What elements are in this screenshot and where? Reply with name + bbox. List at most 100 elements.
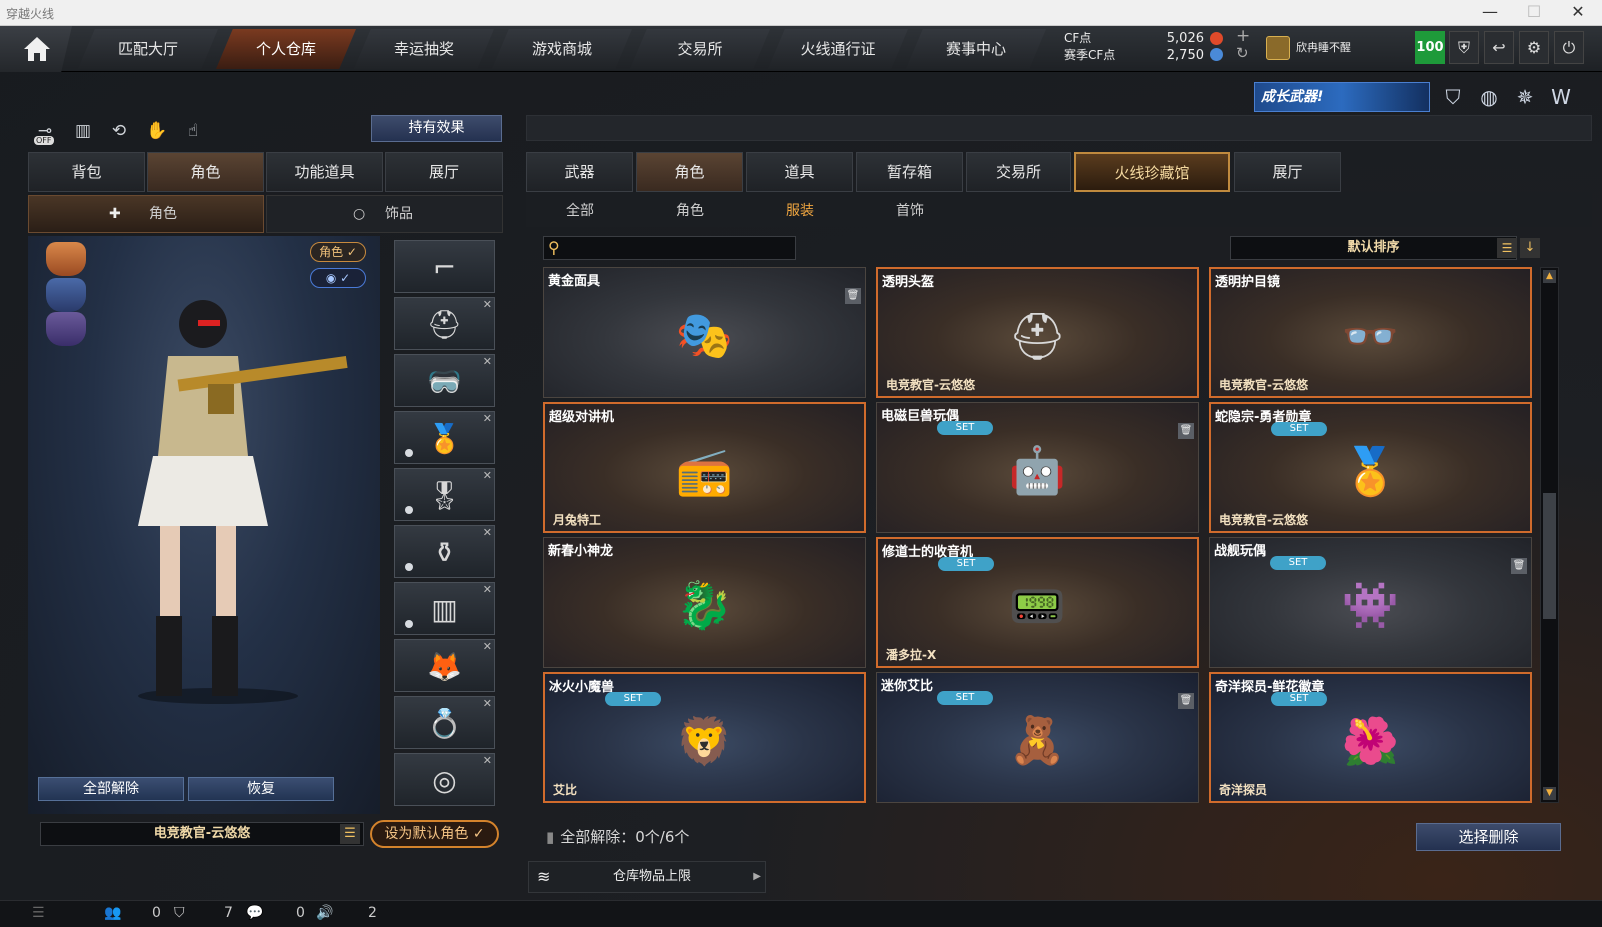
item-card[interactable]: 修道士的收音机 📟 SET 潘多拉-X	[876, 537, 1199, 668]
nav-tab-match-hall[interactable]: 匹配大厅	[78, 29, 218, 69]
faction-bird-icon[interactable]	[46, 312, 86, 346]
remove-icon[interactable]: ✕	[483, 754, 492, 767]
subtab-clothing[interactable]: 服装	[765, 200, 835, 220]
subtab-character[interactable]: ✚ 角色	[28, 195, 264, 233]
minimize-button[interactable]: —	[1468, 0, 1512, 26]
equip-slot[interactable]: 💍 ✕	[394, 696, 495, 749]
remove-icon[interactable]: ✕	[483, 469, 492, 482]
equip-slot[interactable]: 🦊 ✕	[394, 639, 495, 692]
tab-character[interactable]: 角色	[147, 152, 264, 192]
item-card[interactable]: 冰火小魔兽 🦁 SET 艾比	[543, 672, 866, 803]
remove-icon[interactable]: ✕	[483, 526, 492, 539]
maximize-button[interactable]: ☐	[1512, 0, 1556, 26]
visibility-toggle-pill[interactable]: ◉ ✓	[310, 268, 366, 288]
item-card[interactable]: 奇洋探员-鲜花徽章 🌺 SET 奇洋探员	[1209, 672, 1532, 803]
remove-icon[interactable]: ✕	[483, 697, 492, 710]
character-name-field[interactable]: 电竞教官-云悠悠	[40, 822, 364, 846]
trash-icon[interactable]: 🗑	[845, 288, 861, 304]
pose-icon[interactable]: ✋	[144, 118, 170, 144]
growth-weapon-banner[interactable]: 成长武器!	[1254, 82, 1430, 112]
weapon-slot[interactable]: ⌐	[394, 240, 495, 293]
sort-order-icon[interactable]: ↓	[1520, 238, 1540, 258]
wing-icon[interactable]: W	[1548, 84, 1574, 110]
shield-button[interactable]: ⛨	[1449, 31, 1479, 64]
remove-icon[interactable]: ✕	[483, 298, 492, 311]
nav-tab-exchange[interactable]: 交易所	[630, 29, 770, 69]
remove-icon[interactable]: ✕	[483, 640, 492, 653]
equip-slot[interactable]: ⛑ ✕	[394, 297, 495, 350]
sort-dropdown[interactable]: 默认排序	[1230, 236, 1517, 260]
tab-character[interactable]: 角色	[636, 152, 743, 192]
toggle-off-button[interactable]: ⊸ OFF	[32, 118, 58, 145]
tab-temp-storage[interactable]: 暂存箱	[856, 152, 963, 192]
subtab-all[interactable]: 全部	[545, 200, 615, 220]
faction-fox-icon[interactable]	[46, 242, 86, 276]
item-card[interactable]: 超级对讲机 📻 月兔特工	[543, 402, 866, 533]
home-button[interactable]	[0, 26, 72, 72]
return-button[interactable]: ↩	[1484, 31, 1514, 64]
scroll-down-icon[interactable]: ▼	[1543, 787, 1556, 800]
equip-slot[interactable]: ▥ ✕	[394, 582, 495, 635]
faction-wing-icon[interactable]	[46, 278, 86, 312]
tab-items[interactable]: 道具	[746, 152, 853, 192]
tab-showroom[interactable]: 展厅	[385, 152, 503, 192]
remove-icon[interactable]: ✕	[483, 412, 492, 425]
equip-slot[interactable]: ◎ ✕	[394, 753, 495, 806]
chat-icon[interactable]: 💬	[246, 905, 263, 921]
storage-capacity-button[interactable]: ≋ 仓库物品上限 ▶	[528, 861, 766, 893]
clan-icon[interactable]: ⛉	[174, 905, 185, 921]
tab-backpack[interactable]: 背包	[28, 152, 145, 192]
role-toggle-pill[interactable]: 角色 ✓	[310, 242, 366, 262]
reset-all-button[interactable]: 全部解除	[38, 777, 184, 801]
menu-icon[interactable]: ☰	[32, 905, 45, 921]
refresh-icon[interactable]: ↻	[1236, 44, 1249, 62]
close-button[interactable]: ✕	[1556, 0, 1600, 26]
select-delete-button[interactable]: 选择删除	[1416, 823, 1561, 851]
item-card[interactable]: 战舰玩偶 👾 SET 🗑	[1209, 537, 1532, 668]
tab-collection-hall[interactable]: 火线珍藏馆	[1074, 152, 1230, 192]
remove-icon[interactable]: ✕	[483, 583, 492, 596]
item-card[interactable]: 透明头盔 ⛑ 电竞教官-云悠悠	[876, 267, 1199, 398]
nav-tab-events[interactable]: 赛事中心	[906, 29, 1046, 69]
item-card[interactable]: 新春小神龙 🐉	[543, 537, 866, 668]
scrollbar[interactable]: ▲ ▼	[1540, 267, 1559, 803]
tab-function-items[interactable]: 功能道具	[266, 152, 383, 192]
subtab-jewelry[interactable]: 首饰	[875, 200, 945, 220]
nav-tab-battle-pass[interactable]: 火线通行证	[768, 29, 908, 69]
tab-weapons[interactable]: 武器	[526, 152, 633, 192]
rotate-icon[interactable]: ⟲	[106, 118, 132, 144]
equip-slot[interactable]: 🏅 ✕	[394, 411, 495, 464]
gesture-icon[interactable]: ☝	[180, 118, 206, 144]
globe-icon[interactable]: ◍	[1476, 84, 1502, 110]
tab-exchange[interactable]: 交易所	[966, 152, 1071, 192]
scroll-up-icon[interactable]: ▲	[1543, 270, 1556, 283]
nav-tab-personal-storage[interactable]: 个人仓库	[216, 29, 356, 69]
subtab-character[interactable]: 角色	[655, 200, 725, 220]
set-default-character-button[interactable]: 设为默认角色 ✓	[370, 820, 499, 848]
trash-icon[interactable]: 🗑	[1178, 423, 1194, 439]
hold-effect-button[interactable]: 持有效果	[371, 115, 502, 142]
item-card[interactable]: 迷你艾比 🧸 SET 🗑	[876, 672, 1199, 803]
equip-slot[interactable]: ⚱ ✕	[394, 525, 495, 578]
equip-slot[interactable]: 🥽 ✕	[394, 354, 495, 407]
trash-icon[interactable]: 🗑	[1511, 558, 1527, 574]
restore-button[interactable]: 恢复	[188, 777, 334, 801]
subtab-accessory[interactable]: ○ 饰品	[266, 195, 503, 233]
list-icon[interactable]: ☰	[340, 824, 360, 844]
add-cf-button[interactable]: +	[1236, 26, 1250, 46]
equip-slot[interactable]: 🎖 ✕	[394, 468, 495, 521]
power-button[interactable]: ⏻	[1554, 31, 1584, 64]
friends-icon[interactable]: 👥	[104, 905, 121, 921]
nav-tab-shop[interactable]: 游戏商城	[492, 29, 632, 69]
volume-icon[interactable]: 🔊	[316, 905, 333, 921]
character-preview[interactable]: 角色 ✓ ◉ ✓ 全部解除 恢复	[28, 236, 380, 814]
nav-tab-lucky-draw[interactable]: 幸运抽奖	[354, 29, 494, 69]
settings-button[interactable]: ⚙	[1519, 31, 1549, 64]
star-badge-icon[interactable]: ✵	[1512, 84, 1538, 110]
trash-icon[interactable]: 🗑	[1178, 693, 1194, 709]
sort-list-icon[interactable]: ☰	[1497, 238, 1517, 258]
stats-icon[interactable]: ▥	[70, 118, 96, 144]
item-card[interactable]: 黄金面具 🎭 🗑	[543, 267, 866, 398]
user-info[interactable]: 欣冉睡不醒	[1262, 34, 1351, 62]
remove-icon[interactable]: ✕	[483, 355, 492, 368]
